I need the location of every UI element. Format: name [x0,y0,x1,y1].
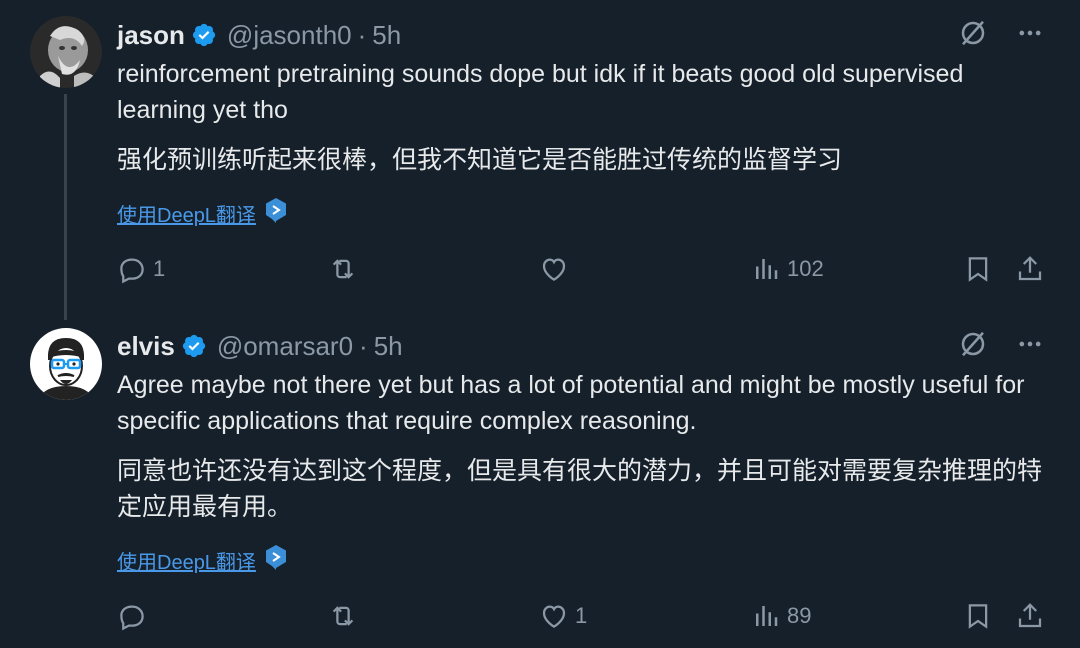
tweet-jason[interactable]: jason @jasonth0 · 5h reinforcement pretr… [0,0,1080,318]
views-icon [751,601,781,631]
tweet-top-actions [958,329,1044,364]
timestamp[interactable]: 5h [372,20,401,51]
bookmark-icon [963,601,993,631]
user-handle[interactable]: @omarsar0 [217,331,353,362]
more-icon[interactable] [1016,19,1044,52]
bookmark-icon [963,254,993,284]
views-icon [751,254,781,284]
tweet-header: jason @jasonth0 · 5h [117,16,401,54]
conversation-thread: jason @jasonth0 · 5h reinforcement pretr… [0,0,1080,648]
retweet-icon [327,254,359,284]
share-icon [1015,601,1045,631]
views-count: 102 [787,256,824,281]
retweet-button[interactable] [327,252,365,286]
verified-badge-icon [181,333,207,359]
translate-link[interactable]: 使用DeepL翻译 [117,544,288,576]
reply-icon [117,254,147,284]
timestamp[interactable]: 5h [374,331,403,362]
translate-label[interactable]: 使用DeepL翻译 [117,199,256,228]
share-button[interactable] [1015,599,1045,633]
action-bar: 1 89 [117,599,1044,633]
avatar[interactable] [30,328,102,400]
tweet-elvis[interactable]: elvis @omarsar0 · 5h Agree maybe not the… [0,320,1080,648]
reply-button[interactable] [117,599,153,633]
translate-label[interactable]: 使用DeepL翻译 [117,546,256,575]
views-button[interactable]: 102 [751,252,824,286]
share-button[interactable] [1015,252,1045,286]
separator-dot: · [359,330,368,361]
bookmark-button[interactable] [963,252,993,286]
user-handle[interactable]: @jasonth0 [227,20,352,51]
views-button[interactable]: 89 [751,599,811,633]
tweet-translation: 强化预训练听起来很棒，但我不知道它是否能胜过传统的监督学习 [117,146,843,174]
bookmark-button[interactable] [963,599,993,633]
separator-dot: · [357,19,367,50]
deepl-icon [264,197,288,229]
translate-link[interactable]: 使用DeepL翻译 [117,197,288,229]
tweet-text: Agree maybe not there yet but has a lot … [117,371,1025,435]
grok-icon[interactable] [958,329,988,364]
tweet-top-actions [958,18,1044,53]
display-name[interactable]: elvis [117,331,175,362]
reply-button[interactable]: 1 [117,252,165,286]
like-button[interactable] [539,252,575,286]
like-icon [539,601,569,631]
reply-count: 1 [153,256,166,281]
action-bar: 1 102 [117,252,1044,286]
retweet-button[interactable] [327,599,365,633]
tweet-text: reinforcement pretraining sounds dope bu… [117,60,964,124]
verified-badge-icon [191,22,217,48]
like-count: 1 [575,603,588,628]
grok-icon[interactable] [958,18,988,53]
retweet-icon [327,601,359,631]
views-count: 89 [787,603,812,628]
share-icon [1015,254,1045,284]
display-name[interactable]: jason [117,20,185,51]
like-button[interactable]: 1 [539,599,587,633]
tweet-header: elvis @omarsar0 · 5h [117,327,403,365]
avatar[interactable] [30,16,102,88]
reply-icon [117,601,147,631]
tweet-translation: 同意也许还没有达到这个程度，但是具有很大的潜力，并且可能对需要复杂推理的特定应用… [117,457,1043,521]
more-icon[interactable] [1016,330,1044,363]
like-icon [539,254,569,284]
deepl-icon [264,544,288,576]
